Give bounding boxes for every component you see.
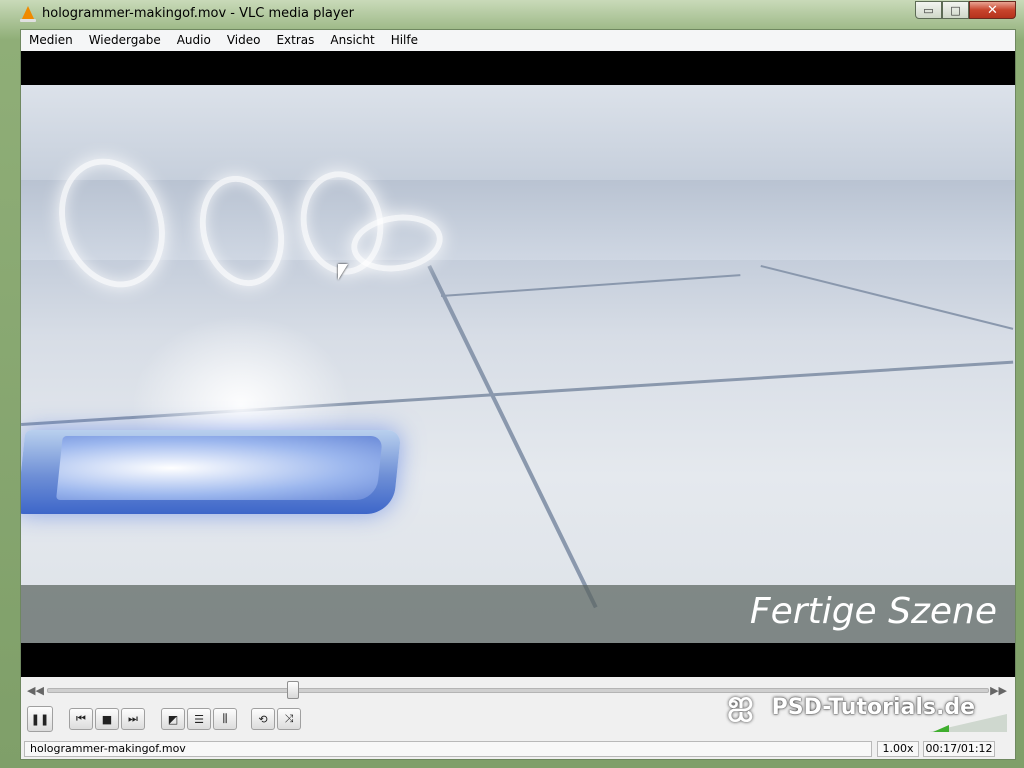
playlist-icon: ☰ (194, 712, 204, 726)
shuffle-icon: ⤨ (284, 712, 294, 725)
skip-previous-icon: ⏮ (76, 712, 86, 725)
menu-bar: Medien Wiedergabe Audio Video Extras Ans… (21, 30, 1015, 52)
pause-icon: ❚❚ (30, 712, 50, 726)
video-frame: Fertige Szene (21, 85, 1015, 643)
stop-icon: ■ (101, 712, 113, 726)
seek-handle[interactable] (287, 681, 299, 699)
equalizer-button[interactable]: ⫼ (213, 708, 237, 730)
pause-button[interactable]: ❚❚ (27, 706, 53, 732)
client-area: Medien Wiedergabe Audio Video Extras Ans… (20, 29, 1016, 760)
loop-button[interactable]: ⟲ (251, 708, 275, 730)
seek-forward-icon[interactable]: ▶▶ (990, 684, 1007, 697)
butterfly-logo-icon: ஐ (727, 683, 754, 721)
caption-band: Fertige Szene (21, 585, 1015, 643)
volume-level (933, 725, 949, 732)
tablet-device (21, 430, 402, 514)
menu-video[interactable]: Video (219, 30, 269, 51)
video-caption: Fertige Szene (749, 591, 997, 632)
tile-line (427, 265, 598, 609)
window-title: hologrammer-makingof.mov - VLC media pla… (42, 6, 354, 21)
menu-wiedergabe[interactable]: Wiedergabe (81, 30, 169, 51)
previous-button[interactable]: ⏮ (69, 708, 93, 730)
playlist-button[interactable]: ☰ (187, 708, 211, 730)
minimize-button[interactable]: ▭ (915, 1, 942, 19)
shuffle-button[interactable]: ⤨ (277, 708, 301, 730)
stop-button[interactable]: ■ (95, 708, 119, 730)
tablet-screen (56, 436, 383, 500)
close-icon: ✕ (987, 2, 998, 18)
status-bar: hologrammer-makingof.mov 1.00x 00:17/01:… (21, 739, 1015, 759)
tile-line (441, 274, 741, 297)
caption-buttons: ▭ □ ✕ (915, 1, 1016, 19)
menu-audio[interactable]: Audio (169, 30, 219, 51)
title-bar[interactable]: hologrammer-makingof.mov - VLC media pla… (0, 0, 1024, 28)
minimize-icon: ▭ (923, 3, 934, 17)
menu-ansicht[interactable]: Ansicht (322, 30, 382, 51)
tile-line (760, 265, 1014, 330)
next-button[interactable]: ⏭ (121, 708, 145, 730)
menu-hilfe[interactable]: Hilfe (383, 30, 426, 51)
loop-icon: ⟲ (258, 712, 268, 726)
close-button[interactable]: ✕ (969, 1, 1016, 19)
controls-panel: ◀◀ ▶▶ ❚❚ ⏮ ■ ⏭ ◩ ☰ ⫼ ⟲ ⤨ ஐ PSD-Tutorials… (21, 677, 1015, 739)
scene-wall (21, 85, 1015, 185)
scene-baseboard (21, 180, 1015, 260)
playback-time[interactable]: 00:17/01:12 (923, 741, 995, 757)
video-area[interactable]: Fertige Szene (21, 51, 1015, 677)
playback-speed[interactable]: 1.00x (877, 741, 919, 757)
vlc-window: hologrammer-makingof.mov - VLC media pla… (0, 0, 1024, 768)
skip-next-icon: ⏭ (128, 712, 138, 725)
vlc-cone-icon (20, 6, 36, 22)
seek-back-icon[interactable]: ◀◀ (27, 684, 44, 697)
fullscreen-icon: ◩ (167, 712, 179, 726)
maximize-icon: □ (950, 3, 961, 17)
equalizer-icon: ⫼ (222, 712, 228, 725)
menu-extras[interactable]: Extras (268, 30, 322, 51)
maximize-button[interactable]: □ (942, 1, 969, 19)
status-filename: hologrammer-makingof.mov (24, 741, 872, 757)
seek-bar[interactable] (47, 681, 989, 699)
menu-medien[interactable]: Medien (21, 30, 81, 51)
fullscreen-button[interactable]: ◩ (161, 708, 185, 730)
mouse-cursor-icon (338, 264, 348, 280)
